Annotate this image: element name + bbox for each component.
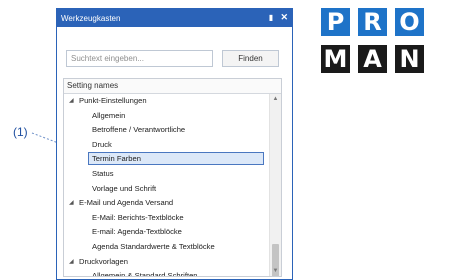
tree-row-label: Punkt-Einstellungen <box>79 96 147 105</box>
tree-item-row[interactable]: Betroffene / Verantwortliche <box>64 123 269 138</box>
search-input[interactable] <box>66 50 213 67</box>
tree-row-label: E-Mail und Agenda Versand <box>79 198 174 208</box>
tree-row-label: Druck <box>92 139 112 149</box>
tree-row-label: E-Mail: Berichts-Textblöcke <box>92 212 184 222</box>
tree-row-label: Vorlage und Schrift <box>92 183 157 193</box>
tree-item-row[interactable]: Termin Farben <box>64 152 269 167</box>
logo-row-bottom: M A N <box>321 45 424 73</box>
expand-arrow-icon[interactable]: ◢ <box>69 94 74 109</box>
tree-row-label: Allgemein & Standard Schriften <box>92 271 198 277</box>
panel-titlebar: Werkzeugkasten ▮ ✕ <box>57 9 292 27</box>
tree-item-row[interactable]: E-Mail: Berichts-Textblöcke <box>64 211 269 226</box>
vertical-scrollbar[interactable]: ▲ ▼ <box>269 94 281 276</box>
tree-row-label: Allgemein <box>92 110 126 120</box>
column-header-setting-names: Setting names <box>64 79 281 94</box>
logo-letter: N <box>395 45 424 73</box>
tree-item-row[interactable]: Agenda Standardwerte & Textblöcke <box>64 240 269 255</box>
tree-row-label: Agenda Standardwerte & Textblöcke <box>92 241 215 251</box>
scroll-down-icon[interactable]: ▼ <box>270 266 281 276</box>
search-row: Finden <box>66 50 281 67</box>
settings-tree: Setting names ◢ Punkt-Einstellungen Allgem… <box>63 78 282 277</box>
tree-group-row[interactable]: ◢ Druckvorlagen <box>64 255 269 270</box>
tree-group-row[interactable]: ◢ Punkt-Einstellungen <box>64 94 269 109</box>
tree-row-label: E-mail: Agenda-Textblöcke <box>92 227 182 237</box>
scroll-up-icon[interactable]: ▲ <box>270 94 281 104</box>
tree-row-label: Druckvorlagen <box>79 256 128 266</box>
tree-item-row[interactable]: Allgemein <box>64 109 269 124</box>
toolbox-panel: Werkzeugkasten ▮ ✕ Finden Setting names … <box>56 8 293 280</box>
tree-item-row[interactable]: Allgemein & Standard Schriften <box>64 269 269 277</box>
logo-row-top: P R O <box>321 8 424 36</box>
logo-letter: P <box>321 8 350 36</box>
expand-arrow-icon[interactable]: ◢ <box>69 196 74 211</box>
logo-letter: R <box>358 8 387 36</box>
tree-row-label: Status <box>92 168 114 178</box>
pin-icon[interactable]: ▮ <box>267 13 275 22</box>
expand-arrow-icon[interactable]: ◢ <box>69 255 74 270</box>
logo-letter: O <box>395 8 424 36</box>
panel-title: Werkzeugkasten <box>61 13 121 23</box>
tree-item-row[interactable]: E-mail: Agenda-Textblöcke <box>64 225 269 240</box>
tree-row-label: Betroffene / Verantwortliche <box>92 125 186 135</box>
tree-rows: ◢ Punkt-Einstellungen Allgemein Betroffene … <box>64 94 269 277</box>
logo-letter: A <box>358 45 387 73</box>
tree-item-row[interactable]: Status <box>64 167 269 182</box>
logo-letter: M <box>321 45 350 73</box>
tree-row-label: Termin Farben <box>92 154 141 164</box>
proman-logo: P R O M A N <box>321 8 424 82</box>
tree-group-row[interactable]: ◢ E-Mail und Agenda Versand <box>64 196 269 211</box>
tree-item-row[interactable]: Druck <box>64 138 269 153</box>
find-button[interactable]: Finden <box>222 50 279 67</box>
tree-item-row[interactable]: Vorlage und Schrift <box>64 182 269 197</box>
close-icon[interactable]: ✕ <box>280 12 288 23</box>
